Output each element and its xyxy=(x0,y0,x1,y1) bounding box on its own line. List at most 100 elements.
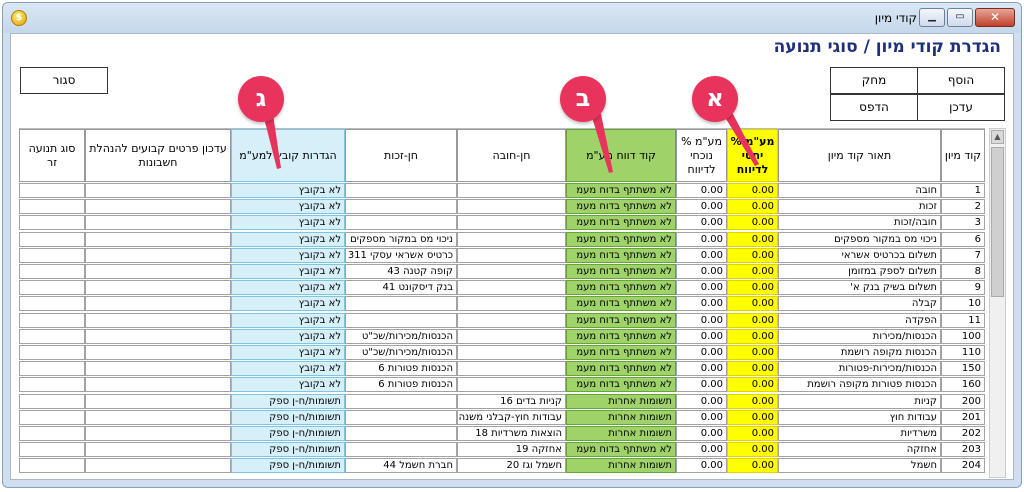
cell-vat-report-code[interactable]: לא משתתף בדוח מעמ xyxy=(566,312,676,328)
cell-vat-file-settings[interactable]: תשומות/ח-ן ספק xyxy=(231,409,345,425)
scroll-up-icon[interactable]: ▲ xyxy=(991,130,1004,144)
cell-vat-relative[interactable]: 0.00 xyxy=(727,296,778,312)
cell-debit-account[interactable] xyxy=(457,215,566,231)
cell-credit-account[interactable]: ניכוי מס במקור מספקים xyxy=(345,231,457,247)
cell-code[interactable]: 110 xyxy=(941,345,985,360)
cell-description[interactable]: אחזקה xyxy=(778,442,941,458)
cell-vat-deduct[interactable]: 0.00 xyxy=(676,426,727,441)
cell-credit-account[interactable] xyxy=(345,312,457,328)
cell-code[interactable]: 204 xyxy=(941,458,985,474)
cell-fixed-details[interactable] xyxy=(85,312,231,328)
minimize-button[interactable]: ▁ xyxy=(919,8,945,27)
header-vat-report-code[interactable]: קוד דווח מע"מ xyxy=(566,129,676,182)
cell-debit-account[interactable]: הוצאות משרדיות 18 xyxy=(457,426,566,441)
cell-fixed-details[interactable] xyxy=(85,296,231,312)
cell-vat-deduct[interactable]: 0.00 xyxy=(676,215,727,231)
cell-vat-relative[interactable]: 0.00 xyxy=(727,409,778,425)
cell-debit-account[interactable]: חשמל וגז 20 xyxy=(457,458,566,474)
cell-vat-report-code[interactable]: לא משתתף בדוח מעמ xyxy=(566,247,676,263)
cell-credit-account[interactable]: הכנסות/מכירות/שכ"ט xyxy=(345,328,457,344)
cell-code[interactable]: 7 xyxy=(941,247,985,263)
cell-code[interactable]: 2 xyxy=(941,199,985,215)
cell-credit-account[interactable]: הכנסות פטורות 6 xyxy=(345,377,457,393)
table-row[interactable]: 204 חשמל 0.00 0.00 תשומות אחרות חשמל וגז 20 חב… xyxy=(19,458,985,474)
cell-fixed-details[interactable] xyxy=(85,183,231,198)
cell-vat-report-code[interactable]: לא משתתף בדוח מעמ xyxy=(566,264,676,279)
cell-vat-deduct[interactable]: 0.00 xyxy=(676,280,727,296)
cell-vat-file-settings[interactable]: לא בקובץ xyxy=(231,345,345,360)
cell-credit-account[interactable]: הכנסות פטורות 6 xyxy=(345,361,457,377)
cell-debit-account[interactable] xyxy=(457,199,566,215)
cell-vat-file-settings[interactable]: תשומות/ח-ן ספק xyxy=(231,458,345,474)
cell-vat-deduct[interactable]: 0.00 xyxy=(676,247,727,263)
cell-vat-report-code[interactable]: תשומות אחרות xyxy=(566,393,676,409)
cell-credit-account[interactable] xyxy=(345,393,457,409)
cell-vat-relative[interactable]: 0.00 xyxy=(727,183,778,198)
cell-code[interactable]: 202 xyxy=(941,426,985,441)
cell-description[interactable]: חובה xyxy=(778,183,941,198)
cell-vat-file-settings[interactable]: לא בקובץ xyxy=(231,328,345,344)
cell-foreign-type[interactable] xyxy=(19,231,85,247)
cell-vat-relative[interactable]: 0.00 xyxy=(727,426,778,441)
cell-code[interactable]: 11 xyxy=(941,312,985,328)
cell-debit-account[interactable] xyxy=(457,345,566,360)
table-row[interactable]: 203 אחזקה 0.00 0.00 לא משתתף בדוח מעמ אחזקה 1… xyxy=(19,442,985,458)
cell-vat-relative[interactable]: 0.00 xyxy=(727,377,778,393)
cell-vat-deduct[interactable]: 0.00 xyxy=(676,458,727,474)
header-debit-account[interactable]: חן-חובה xyxy=(457,129,566,182)
table-row[interactable]: 7 תשלום בכרטיס אשראי 0.00 0.00 לא משתתף בדוח… xyxy=(19,247,985,264)
cell-credit-account[interactable] xyxy=(345,199,457,215)
cell-vat-report-code[interactable]: לא משתתף בדוח מעמ xyxy=(566,280,676,296)
cell-code[interactable]: 200 xyxy=(941,393,985,409)
cell-code[interactable]: 6 xyxy=(941,231,985,247)
cell-foreign-type[interactable] xyxy=(19,264,85,279)
delete-button[interactable]: מחק xyxy=(830,67,918,94)
header-vat-deduct[interactable]: % מע"מ נוכחי לדיווח xyxy=(676,129,727,182)
cell-fixed-details[interactable] xyxy=(85,442,231,458)
cell-debit-account[interactable] xyxy=(457,247,566,263)
cell-code[interactable]: 1 xyxy=(941,183,985,198)
cell-debit-account[interactable] xyxy=(457,361,566,377)
cell-vat-deduct[interactable]: 0.00 xyxy=(676,393,727,409)
table-row[interactable]: 8 תשלום לספק במזומן 0.00 0.00 לא משתתף בדוח … xyxy=(19,264,985,280)
table-row[interactable]: 2 זכות 0.00 0.00 לא משתתף בדוח מעמ לא בקובץ xyxy=(19,199,985,215)
header-foreign-type[interactable]: סוג תנועה זר xyxy=(19,129,85,182)
table-row[interactable]: 9 תשלום בשיק בנק א' 0.00 0.00 לא משתתף בדוח … xyxy=(19,280,985,296)
cell-description[interactable]: חשמל xyxy=(778,458,941,474)
table-row[interactable]: 11 הפקדה 0.00 0.00 לא משתתף בדוח מעמ לא בקובץ xyxy=(19,312,985,329)
cell-vat-file-settings[interactable]: לא בקובץ xyxy=(231,199,345,215)
cell-foreign-type[interactable] xyxy=(19,377,85,393)
cell-description[interactable]: הכנסות מקופה רושמת xyxy=(778,345,941,360)
cell-vat-deduct[interactable]: 0.00 xyxy=(676,345,727,360)
cell-fixed-details[interactable] xyxy=(85,409,231,425)
cell-fixed-details[interactable] xyxy=(85,458,231,474)
cell-debit-account[interactable]: אחזקה 19 xyxy=(457,442,566,458)
cell-vat-relative[interactable]: 0.00 xyxy=(727,458,778,474)
cell-foreign-type[interactable] xyxy=(19,183,85,198)
cell-vat-report-code[interactable]: לא משתתף בדוח מעמ xyxy=(566,296,676,312)
cell-debit-account[interactable] xyxy=(457,280,566,296)
scroll-thumb[interactable] xyxy=(991,147,1004,297)
cell-foreign-type[interactable] xyxy=(19,199,85,215)
cell-vat-report-code[interactable]: לא משתתף בדוח מעמ xyxy=(566,328,676,344)
cell-foreign-type[interactable] xyxy=(19,345,85,360)
maximize-button[interactable]: ▭ xyxy=(947,8,973,27)
cell-vat-report-code[interactable]: תשומות אחרות xyxy=(566,458,676,474)
cell-vat-relative[interactable]: 0.00 xyxy=(727,312,778,328)
cell-vat-report-code[interactable]: תשומות אחרות xyxy=(566,409,676,425)
cell-vat-file-settings[interactable]: תשומות/ח-ן ספק xyxy=(231,442,345,458)
cell-vat-deduct[interactable]: 0.00 xyxy=(676,377,727,393)
cell-foreign-type[interactable] xyxy=(19,280,85,296)
cell-description[interactable]: קניות xyxy=(778,393,941,409)
cell-vat-deduct[interactable]: 0.00 xyxy=(676,328,727,344)
cell-code[interactable]: 201 xyxy=(941,409,985,425)
cell-vat-file-settings[interactable]: לא בקובץ xyxy=(231,183,345,198)
cell-debit-account[interactable] xyxy=(457,328,566,344)
cell-credit-account[interactable] xyxy=(345,426,457,441)
table-row[interactable]: 3 חובה/זכות 0.00 0.00 לא משתתף בדוח מעמ לא בק… xyxy=(19,215,985,231)
cell-credit-account[interactable]: בנק דיסקונט 41 xyxy=(345,280,457,296)
cell-credit-account[interactable] xyxy=(345,442,457,458)
cell-vat-report-code[interactable]: לא משתתף בדוח מעמ xyxy=(566,345,676,360)
cell-fixed-details[interactable] xyxy=(85,345,231,360)
cell-code[interactable]: 9 xyxy=(941,280,985,296)
